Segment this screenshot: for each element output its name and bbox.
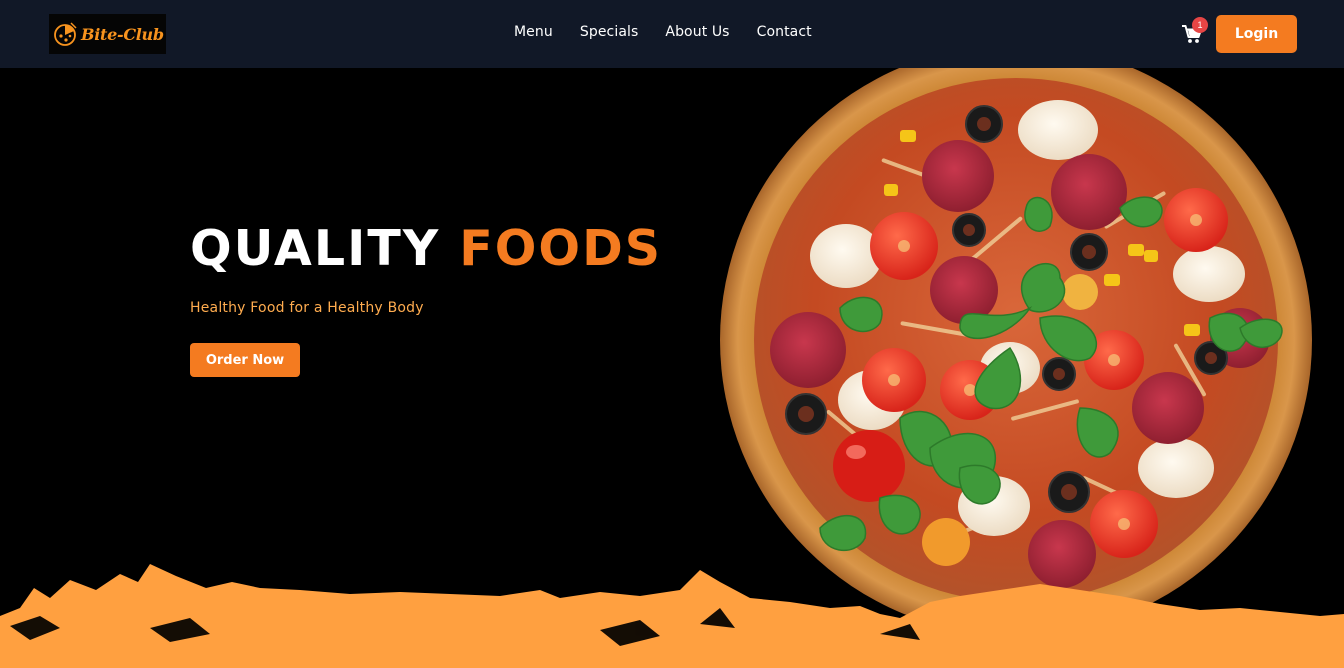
pizza (720, 68, 1312, 636)
nav-link-contact[interactable]: Contact (757, 24, 812, 40)
brand-logo[interactable]: Bite-Club (49, 14, 166, 54)
main-nav: Menu Specials About Us Contact (514, 0, 812, 64)
hero-title-part2: FOODS (459, 220, 663, 277)
cart-button[interactable]: 1 (1181, 17, 1208, 45)
nav-link-menu[interactable]: Menu (514, 24, 553, 40)
nav-link-about-us[interactable]: About Us (665, 24, 729, 40)
navbar: Bite-Club Menu Specials About Us Contact… (0, 0, 1344, 68)
login-button[interactable]: Login (1216, 15, 1297, 53)
hero-subtitle: Healthy Food for a Healthy Body (190, 300, 424, 316)
order-now-button[interactable]: Order Now (190, 343, 300, 377)
pizza-icon (54, 22, 77, 46)
hero-title-part1: QUALITY (190, 220, 441, 277)
nav-link-specials[interactable]: Specials (580, 24, 639, 40)
brand-name: Bite-Club (81, 24, 164, 44)
hero-section: QUALITY FOODS Healthy Food for a Healthy… (0, 68, 1344, 668)
hero-title: QUALITY FOODS (190, 224, 662, 273)
cart-count-badge: 1 (1192, 17, 1208, 33)
